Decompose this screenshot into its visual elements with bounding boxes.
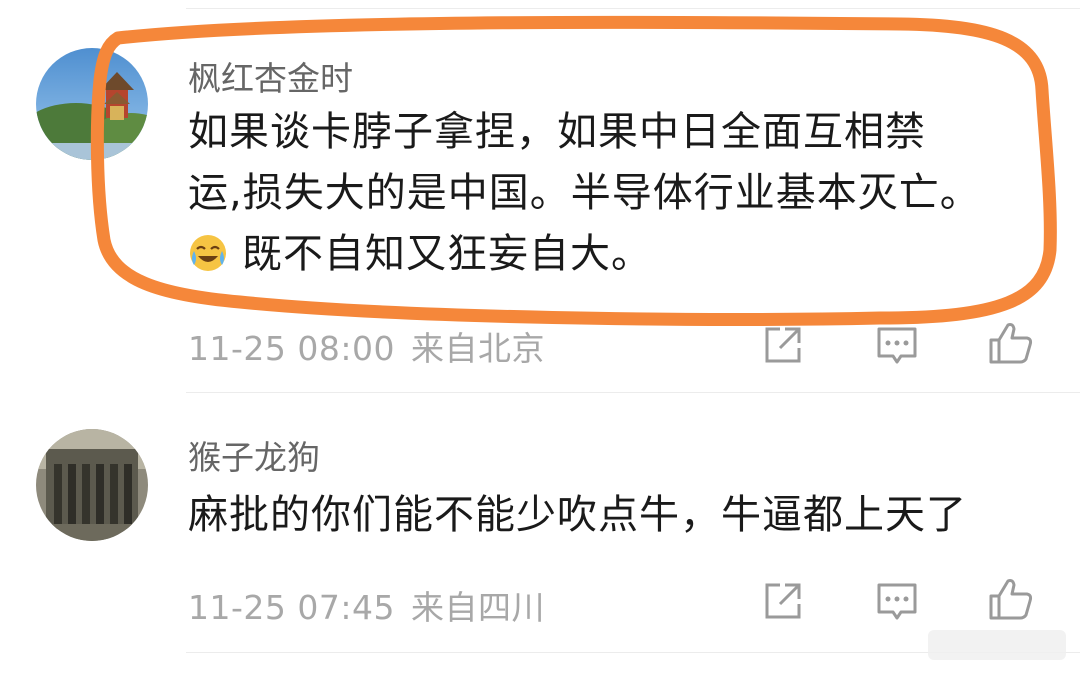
like-icon: [989, 579, 1033, 620]
comment-list: 枫红杏金时 如果谈卡脖子拿捏，如果中日全面互相禁 运,损失大的是中国。半导体行业…: [0, 0, 1080, 677]
comment-content-line: 运,损失大的是中国。半导体行业基本灭亡。: [188, 170, 981, 216]
avatar[interactable]: [36, 48, 148, 160]
comment-meta: 11-25 07:45 来自四川: [188, 581, 561, 629]
comment-content: 如果谈卡脖子拿捏，如果中日全面互相禁 运,损失大的是中国。半导体行业基本灭亡。 …: [188, 102, 1048, 285]
crying-laughing-emoji-icon: [190, 235, 226, 271]
avatar-ruins-image: [36, 429, 148, 541]
comment-timestamp: 11-25 08:00: [188, 329, 395, 368]
share-button[interactable]: [758, 576, 808, 626]
share-icon: [765, 327, 801, 363]
comment-timestamp: 11-25 07:45: [188, 588, 395, 627]
avatar[interactable]: [36, 429, 148, 541]
comment-meta: 11-25 08:00 来自北京: [188, 322, 561, 370]
like-button[interactable]: [986, 318, 1036, 368]
row-divider: [186, 392, 1080, 393]
reply-button[interactable]: [872, 320, 922, 370]
comment-content-line: 如果谈卡脖子拿捏，如果中日全面互相禁: [188, 109, 926, 155]
top-divider: [186, 8, 1080, 9]
share-button[interactable]: [758, 320, 808, 370]
reply-button[interactable]: [872, 576, 922, 626]
comment-content-text: 既不自知又狂妄自大。: [242, 231, 652, 277]
share-icon: [765, 583, 801, 619]
avatar-pavilion-image: [36, 48, 148, 160]
like-icon: [989, 323, 1033, 364]
comment-content: 麻批的你们能不能少吹点牛，牛逼都上天了: [188, 492, 967, 538]
comment-content-line: 既不自知又狂妄自大。: [188, 224, 1048, 285]
comment-location: 来自北京: [410, 329, 545, 368]
comment-username[interactable]: 猴子龙狗: [188, 431, 320, 479]
reply-icon: [877, 583, 917, 620]
navigation-bar-pill: [928, 630, 1066, 660]
like-button[interactable]: [986, 574, 1036, 624]
comment-location: 来自四川: [410, 588, 545, 627]
comment-username[interactable]: 枫红杏金时: [188, 52, 353, 100]
reply-icon: [877, 327, 917, 364]
